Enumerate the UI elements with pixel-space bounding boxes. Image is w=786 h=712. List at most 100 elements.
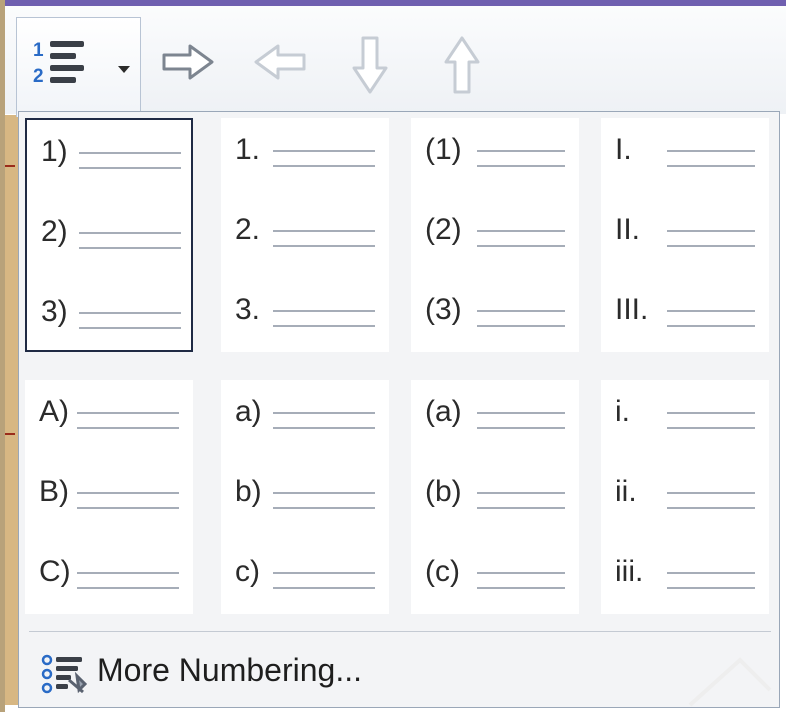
placeholder-line [477,325,565,327]
numbering-label: a) [235,395,262,428]
placeholder-line [79,167,181,169]
arrow-left-icon[interactable] [248,42,308,82]
placeholder-line [273,587,375,589]
placeholder-line [667,587,755,589]
placeholder-line [273,412,375,414]
numbering-format-option[interactable]: A) B) C) [25,380,193,614]
arrow-down-icon[interactable] [350,34,390,96]
arrow-right-icon[interactable] [160,42,220,82]
numbering-format-row: 2. [221,212,389,272]
numbering-label: (b) [425,475,462,508]
more-numbering-label: More Numbering... [97,652,362,688]
numbering-button[interactable]: 1 2 [16,17,141,117]
numbering-format-option[interactable]: i. ii. iii. [601,380,769,614]
numbering-format-row: ii. [601,474,769,534]
numbering-format-row: (a) [411,394,579,454]
placeholder-line [273,165,375,167]
placeholder-line [273,572,375,574]
numbering-label: ii. [615,475,637,508]
placeholder-line [79,152,181,154]
placeholder-line [477,150,565,152]
numbering-format-row: 3) [27,294,191,354]
numbering-format-option[interactable]: (1) (2) (3) [411,118,579,352]
numbering-label: 3. [235,293,261,326]
placeholder-line [77,507,179,509]
numbering-format-option[interactable]: 1) 2) 3) [25,118,193,352]
placeholder-line [79,327,181,329]
numbering-label: 2) [41,215,68,248]
numbering-format-row: A) [25,394,193,454]
numbering-format-row: I. [601,132,769,192]
numbering-label: I. [615,133,632,166]
arrow-up-icon[interactable] [442,34,482,96]
numbering-format-row: iii. [601,554,769,614]
numbering-label: iii. [615,555,644,588]
numbering-label: c) [235,555,260,588]
numbering-format-option[interactable]: (a) (b) (c) [411,380,579,614]
numbering-format-row: 3. [221,292,389,352]
numbering-format-row: (2) [411,212,579,272]
placeholder-line [273,310,375,312]
numbering-label: 1. [235,133,261,166]
ruler-tick [5,433,15,435]
numbering-label: C) [39,555,71,588]
numbered-list-glyph: 1 [33,40,44,61]
numbering-label: 2. [235,213,261,246]
numbering-format-row: (b) [411,474,579,534]
placeholder-line [667,165,755,167]
numbering-format-row: i. [601,394,769,454]
placeholder-line [77,492,179,494]
chevron-down-icon [118,66,130,73]
numbering-label: (1) [425,133,462,166]
numbering-format-row: B) [25,474,193,534]
placeholder-line [79,232,181,234]
numbering-settings-icon [41,654,88,694]
placeholder-line [477,572,565,574]
placeholder-line [667,427,755,429]
numbering-format-row: c) [221,554,389,614]
placeholder-line [667,245,755,247]
placeholder-line [667,507,755,509]
placeholder-line [667,325,755,327]
numbering-format-option[interactable]: a) b) c) [221,380,389,614]
numbering-label: i. [615,395,630,428]
numbering-format-row: 1) [27,134,191,194]
placeholder-line [273,150,375,152]
numbering-label: 1) [41,135,68,168]
numbering-format-row: b) [221,474,389,534]
numbering-label: 3) [41,295,68,328]
placeholder-line [273,245,375,247]
numbering-label: (3) [425,293,462,326]
numbering-format-row: 2) [27,214,191,274]
numbering-format-row: II. [601,212,769,272]
document-edge [5,115,19,705]
placeholder-line [477,492,565,494]
placeholder-line [667,150,755,152]
numbering-format-option[interactable]: I. II. III. [601,118,769,352]
numbering-format-row: III. [601,292,769,352]
placeholder-line [79,312,181,314]
numbering-label: b) [235,475,262,508]
placeholder-line [477,507,565,509]
numbering-label: B) [39,475,69,508]
numbering-format-row: (1) [411,132,579,192]
numbering-label: (c) [425,555,460,588]
placeholder-line [477,230,565,232]
ruler-tick [5,165,15,167]
numbering-format-option[interactable]: 1. 2. 3. [221,118,389,352]
placeholder-line [79,247,181,249]
placeholder-line [273,427,375,429]
placeholder-line [667,492,755,494]
numbered-list-glyph: 2 [33,66,44,87]
numbering-format-row: (3) [411,292,579,352]
numbering-label: (a) [425,395,462,428]
placeholder-line [77,572,179,574]
numbering-label: A) [39,395,69,428]
placeholder-line [273,325,375,327]
numbering-label: II. [615,213,641,246]
numbering-format-row: C) [25,554,193,614]
placeholder-line [667,310,755,312]
placeholder-line [77,412,179,414]
more-numbering-menu-item[interactable]: More Numbering... [19,632,779,707]
numbering-format-row: (c) [411,554,579,614]
